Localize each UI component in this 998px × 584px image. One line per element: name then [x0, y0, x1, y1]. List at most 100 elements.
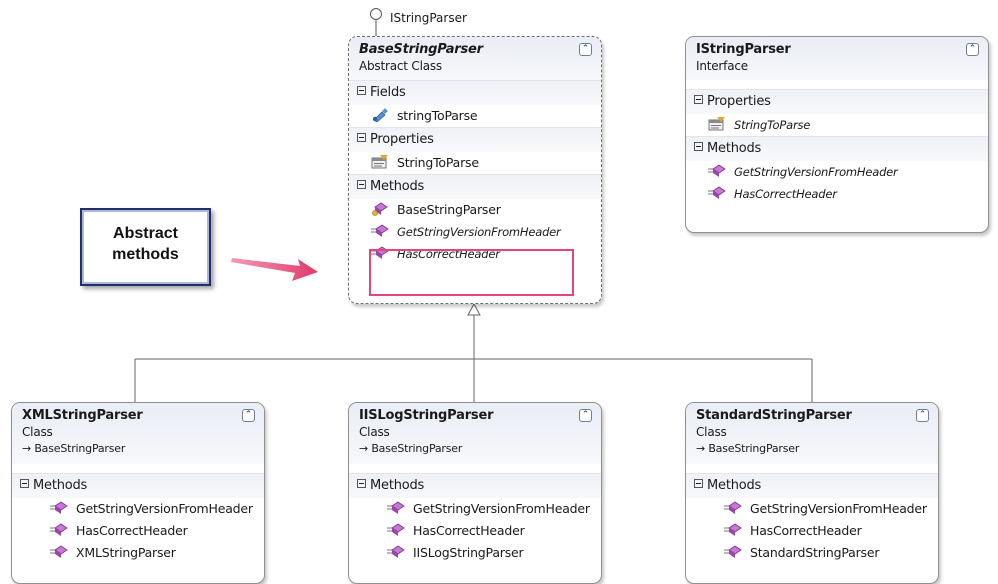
- callout-line-1: Abstract: [113, 225, 178, 242]
- member-method[interactable]: GetStringVersionFromHeader: [12, 498, 264, 520]
- class-box-base-string-parser[interactable]: BaseStringParser Abstract Class ⌃ Fields…: [348, 36, 602, 304]
- member-name: HasCorrectHeader: [734, 187, 837, 201]
- member-abstract-method[interactable]: HasCorrectHeader: [349, 243, 601, 265]
- class-box-xml-string-parser[interactable]: XMLStringParser Class → BaseStringParser…: [11, 402, 265, 584]
- member-name: HasCorrectHeader: [413, 523, 525, 538]
- collapse-minus-icon[interactable]: [694, 142, 703, 151]
- collapse-chevron-icon[interactable]: ⌃: [579, 409, 592, 422]
- member-constructor[interactable]: BaseStringParser: [349, 199, 601, 221]
- member-method[interactable]: IISLogStringParser: [349, 542, 601, 564]
- collapse-minus-icon[interactable]: [357, 86, 366, 95]
- collapse-minus-icon[interactable]: [20, 479, 29, 488]
- class-kind: Abstract Class: [359, 59, 442, 73]
- member-name: BaseStringParser: [397, 202, 501, 217]
- compartment-methods[interactable]: Methods: [12, 473, 264, 498]
- class-base: → BaseStringParser: [359, 442, 463, 455]
- member-method[interactable]: GetStringVersionFromHeader: [349, 498, 601, 520]
- interface-lollipop-circle: [370, 8, 382, 20]
- compartment-fields[interactable]: Fields: [349, 80, 601, 105]
- member-abstract-method[interactable]: GetStringVersionFromHeader: [349, 221, 601, 243]
- member-name: GetStringVersionFromHeader: [734, 165, 898, 179]
- class-box-standard-string-parser[interactable]: StandardStringParser Class → BaseStringP…: [685, 402, 939, 584]
- constructor-icon: [372, 202, 388, 216]
- collapse-minus-icon[interactable]: [357, 479, 366, 488]
- member-method[interactable]: XMLStringParser: [12, 542, 264, 564]
- inheritance-arrowhead: [467, 302, 481, 316]
- class-box-istring-parser[interactable]: IStringParser Interface ⌃ Properties Str…: [685, 36, 989, 233]
- class-kind: Class: [22, 425, 53, 439]
- member-method[interactable]: HasCorrectHeader: [686, 520, 938, 542]
- method-icon: [371, 224, 389, 237]
- compartment-methods[interactable]: Methods: [686, 473, 938, 498]
- compartment-properties[interactable]: Properties: [686, 89, 988, 114]
- class-base: → BaseStringParser: [22, 442, 126, 455]
- collapse-chevron-icon[interactable]: ⌃: [916, 409, 929, 422]
- method-icon: [371, 246, 389, 259]
- member-name: GetStringVersionFromHeader: [76, 501, 253, 516]
- method-icon: [50, 501, 68, 514]
- interface-lollipop-label: IStringParser: [390, 11, 467, 25]
- class-kind: Class: [359, 425, 390, 439]
- member-property[interactable]: StringToParse: [349, 152, 601, 174]
- compartment-methods[interactable]: Methods: [349, 473, 601, 498]
- class-header: IISLogStringParser Class → BaseStringPar…: [349, 403, 601, 464]
- collapse-chevron-icon[interactable]: ⌃: [242, 409, 255, 422]
- member-name: StringToParse: [397, 155, 479, 170]
- compartment-properties[interactable]: Properties: [349, 127, 601, 152]
- collapse-minus-icon[interactable]: [357, 180, 366, 189]
- class-box-iislog-string-parser[interactable]: IISLogStringParser Class → BaseStringPar…: [348, 402, 602, 584]
- member-method[interactable]: HasCorrectHeader: [349, 520, 601, 542]
- collapse-chevron-icon[interactable]: ⌃: [966, 43, 979, 56]
- base-class-name: BaseStringParser: [708, 442, 800, 455]
- class-kind: Class: [696, 425, 727, 439]
- member-property[interactable]: StringToParse: [686, 114, 988, 136]
- method-icon: [387, 501, 405, 514]
- field-icon: [372, 108, 388, 122]
- abstract-methods-callout: Abstract methods: [80, 208, 211, 286]
- collapse-minus-icon[interactable]: [694, 95, 703, 104]
- callout-line-2: methods: [112, 246, 179, 263]
- base-class-name: BaseStringParser: [34, 442, 126, 455]
- member-method[interactable]: GetStringVersionFromHeader: [686, 498, 938, 520]
- member-name: stringToParse: [397, 108, 478, 123]
- class-header: IStringParser Interface ⌃: [686, 37, 988, 80]
- member-name: HasCorrectHeader: [397, 247, 500, 261]
- compartment-title: Properties: [707, 94, 771, 109]
- callout-arrow: [231, 258, 318, 281]
- member-name: HasCorrectHeader: [750, 523, 862, 538]
- member-method[interactable]: HasCorrectHeader: [12, 520, 264, 542]
- class-name: IISLogStringParser: [359, 408, 494, 423]
- compartment-title: Methods: [370, 478, 425, 493]
- method-icon: [50, 545, 68, 558]
- method-icon: [50, 523, 68, 536]
- member-name: GetStringVersionFromHeader: [750, 501, 927, 516]
- method-icon: [724, 523, 742, 536]
- class-name: BaseStringParser: [359, 42, 483, 57]
- member-method[interactable]: GetStringVersionFromHeader: [686, 161, 988, 183]
- member-name: StandardStringParser: [750, 545, 880, 560]
- collapse-chevron-icon[interactable]: ⌃: [579, 43, 592, 56]
- property-icon: [708, 117, 725, 131]
- compartment-title: Properties: [370, 132, 434, 147]
- member-name: GetStringVersionFromHeader: [413, 501, 590, 516]
- class-kind: Interface: [696, 59, 748, 73]
- member-name: IISLogStringParser: [413, 545, 524, 560]
- compartment-title: Methods: [707, 141, 762, 156]
- compartment-title: Methods: [707, 478, 762, 493]
- class-name: StandardStringParser: [696, 408, 852, 423]
- member-method[interactable]: StandardStringParser: [686, 542, 938, 564]
- member-name: HasCorrectHeader: [76, 523, 188, 538]
- method-icon: [387, 545, 405, 558]
- collapse-minus-icon[interactable]: [357, 133, 366, 142]
- method-icon: [708, 186, 726, 199]
- compartment-methods[interactable]: Methods: [686, 136, 988, 161]
- compartment-title: Methods: [370, 179, 425, 194]
- member-name: StringToParse: [734, 118, 811, 132]
- compartment-methods[interactable]: Methods: [349, 174, 601, 199]
- collapse-minus-icon[interactable]: [694, 479, 703, 488]
- class-name: IStringParser: [696, 42, 791, 57]
- member-field[interactable]: stringToParse: [349, 105, 601, 127]
- member-name: XMLStringParser: [76, 545, 176, 560]
- member-method[interactable]: HasCorrectHeader: [686, 183, 988, 205]
- method-icon: [387, 523, 405, 536]
